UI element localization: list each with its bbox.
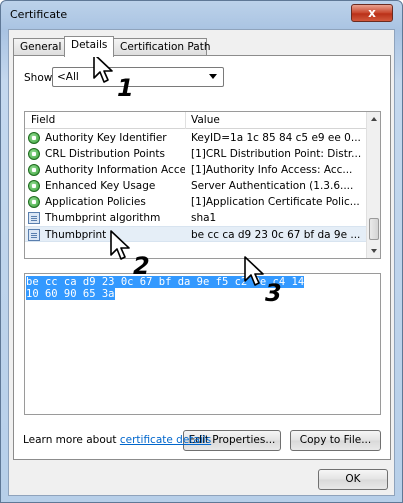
scroll-down-icon[interactable] (371, 249, 377, 253)
field-value: be cc ca d9 23 0c 67 bf da 9e ... (191, 229, 361, 241)
ok-button[interactable]: OK (318, 469, 388, 490)
field-value: [1]CRL Distribution Point: Distr... (191, 148, 362, 160)
list-item[interactable]: Application Policies [1]Application Cert… (25, 194, 368, 210)
copy-to-file-button[interactable]: Copy to File... (290, 430, 381, 451)
list-item[interactable]: Thumbprint algorithm sha1 (25, 210, 368, 226)
extension-icon (28, 164, 40, 176)
column-header-field[interactable]: Field (31, 114, 55, 126)
field-value: sha1 (191, 212, 217, 224)
extension-icon (28, 180, 40, 192)
column-header-value[interactable]: Value (191, 114, 220, 126)
show-dropdown-value: <All (57, 71, 79, 83)
property-icon (28, 229, 40, 241)
dialog-client-area: General Details Certification Path Show:… (8, 29, 395, 496)
list-item-selected[interactable]: Thumbprint be cc ca d9 23 0c 67 bf da 9e… (25, 226, 368, 242)
details-panel: Show: <All Field Value Authority Key Ide… (13, 55, 391, 460)
selected-text-line-2: 10 60 90 65 3a (26, 288, 115, 300)
field-value: [1]Authority Info Access: Acc... (191, 164, 353, 176)
callout-number-1: 1 (117, 74, 134, 102)
field-name: Enhanced Key Usage (45, 180, 156, 192)
close-button[interactable]: x (351, 4, 393, 22)
tab-general[interactable]: General (13, 38, 65, 56)
field-value: Server Authentication (1.3.6.... (191, 180, 354, 192)
scroll-thumb[interactable] (369, 218, 379, 240)
list-item[interactable]: Enhanced Key Usage Server Authentication… (25, 178, 368, 194)
callout-number-2: 2 (133, 252, 150, 280)
list-header: Field Value (25, 112, 368, 129)
certificate-details-link[interactable]: certificate details (120, 434, 211, 446)
window-title: Certificate (10, 8, 68, 21)
certificate-window: Certificate x General Details Certificat… (0, 0, 403, 503)
chevron-down-icon (209, 74, 217, 79)
column-divider[interactable] (185, 112, 186, 129)
field-name: Application Policies (45, 196, 146, 208)
mouse-pointer-icon (93, 53, 113, 83)
mouse-pointer-icon (110, 230, 130, 260)
show-label: Show: (24, 72, 56, 84)
property-icon (28, 212, 40, 224)
fields-list[interactable]: Field Value Authority Key Identifier Key… (24, 111, 381, 259)
list-scrollbar[interactable] (366, 112, 380, 258)
title-bar[interactable]: Certificate x (1, 1, 402, 29)
field-name: Thumbprint algorithm (45, 212, 161, 224)
learn-more-text: Learn more about certificate details (23, 434, 211, 446)
scroll-up-icon[interactable] (371, 117, 377, 121)
tab-details[interactable]: Details (64, 36, 114, 57)
list-item[interactable]: CRL Distribution Points [1]CRL Distribut… (25, 146, 368, 162)
list-item[interactable]: Authority Information Access [1]Authorit… (25, 162, 368, 178)
tab-certification-path[interactable]: Certification Path (113, 38, 210, 56)
field-name: Authority Key Identifier (45, 132, 167, 144)
field-value: KeyID=1a 1c 85 84 c5 e9 ee 0... (191, 132, 361, 144)
extension-icon (28, 132, 40, 144)
callout-number-3: 3 (265, 279, 282, 307)
field-detail-textbox[interactable]: be cc ca d9 23 0c 67 bf da 9e f5 c2 0e c… (24, 273, 381, 415)
learn-more-prefix: Learn more about (23, 434, 120, 446)
extension-icon (28, 196, 40, 208)
extension-icon (28, 148, 40, 160)
field-name: CRL Distribution Points (45, 148, 165, 160)
field-value: [1]Application Certificate Polic... (191, 196, 360, 208)
list-item[interactable]: Authority Key Identifier KeyID=1a 1c 85 … (25, 130, 368, 146)
field-name: Authority Information Access (45, 164, 185, 176)
show-dropdown[interactable]: <All (52, 67, 224, 87)
